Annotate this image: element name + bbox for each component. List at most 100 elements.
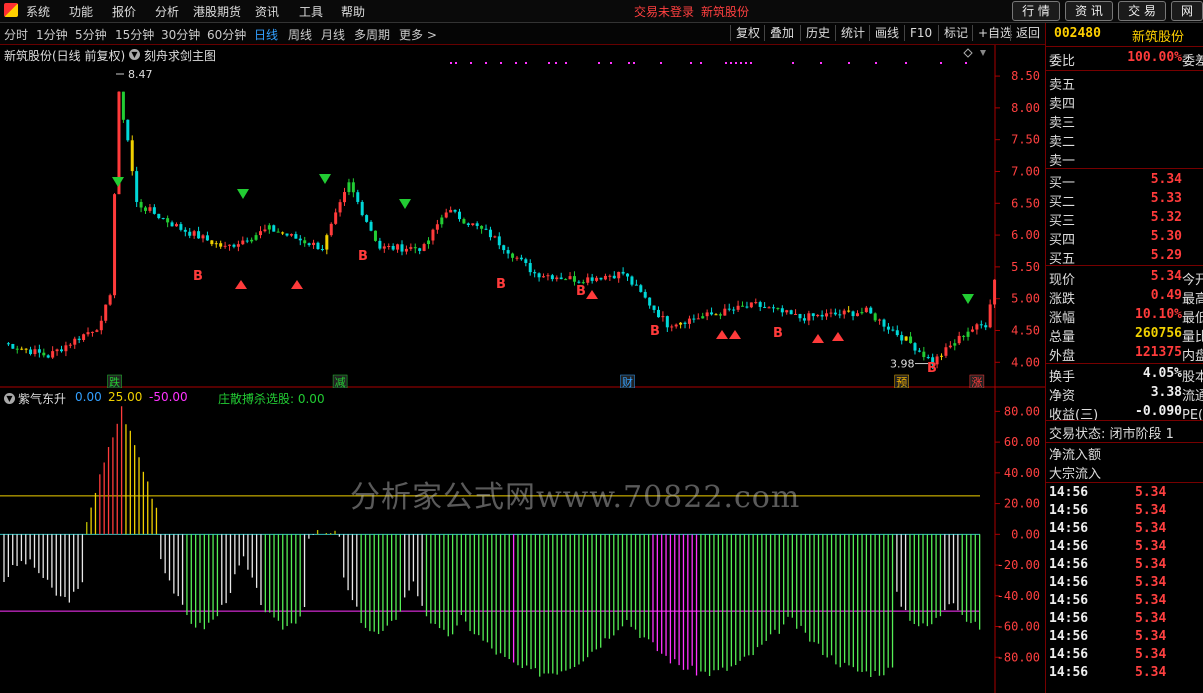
candle-body bbox=[197, 231, 201, 239]
candle-body bbox=[515, 257, 519, 259]
indicator-legend-1: 25.00 bbox=[108, 390, 143, 404]
menu-news[interactable]: 资讯 bbox=[255, 3, 279, 20]
signal-dot bbox=[470, 62, 472, 64]
tf-30min[interactable]: 30分钟 bbox=[161, 26, 200, 43]
candle-body bbox=[537, 273, 541, 278]
menu-quote[interactable]: 报价 bbox=[112, 3, 136, 20]
signal-dot bbox=[525, 62, 527, 64]
menu-hk-futures[interactable]: 港股期货 bbox=[193, 3, 241, 20]
candle-body bbox=[842, 310, 846, 315]
tf-1min[interactable]: 1分钟 bbox=[36, 26, 68, 43]
tf-5min[interactable]: 5分钟 bbox=[75, 26, 107, 43]
quote-row-2: 涨跌 0.49最高 bbox=[1049, 288, 1203, 307]
login-status[interactable]: 交易未登录 bbox=[634, 3, 694, 20]
tool-history[interactable]: 历史 bbox=[800, 25, 835, 41]
trade-time: 14:56 bbox=[1049, 611, 1089, 626]
trade-row[interactable]: 14:56 5.34 bbox=[1049, 647, 1199, 665]
quote-label: 总量 bbox=[1049, 330, 1076, 345]
signal-dot bbox=[750, 62, 752, 64]
trade-row[interactable]: 14:56 5.34 bbox=[1049, 611, 1199, 629]
candle-body bbox=[347, 182, 351, 193]
candle-body bbox=[612, 275, 616, 279]
quote-value: 260756 bbox=[1135, 326, 1182, 341]
trade-row[interactable]: 14:56 5.34 bbox=[1049, 485, 1199, 503]
candle-body bbox=[11, 344, 15, 349]
tf-intraday[interactable]: 分时 bbox=[4, 26, 28, 43]
trade-price: 5.34 bbox=[1135, 521, 1167, 536]
candle-body bbox=[192, 231, 196, 236]
candle-body bbox=[378, 240, 382, 249]
candle-body bbox=[157, 213, 161, 219]
indicator-dropdown-icon[interactable]: ▼ bbox=[4, 393, 15, 404]
trade-row[interactable]: 14:56 5.34 bbox=[1049, 557, 1199, 575]
sell-triangle bbox=[962, 294, 974, 304]
ask-label: 卖一 bbox=[1049, 154, 1076, 169]
candle-body bbox=[886, 326, 890, 330]
ask-row-5: 卖一 bbox=[1049, 150, 1203, 169]
trade-row[interactable]: 14:56 5.34 bbox=[1049, 665, 1199, 683]
candle-body bbox=[343, 192, 347, 203]
quote-label: 现价 bbox=[1049, 273, 1076, 288]
price-chart[interactable]: 新筑股份(日线 前复权) ▼ 刻舟求剑主图 8.50 8.00 7.50 7.00 6.… bbox=[0, 45, 1045, 388]
candle-body bbox=[789, 310, 793, 315]
candle-body bbox=[135, 171, 139, 202]
candle-body bbox=[736, 305, 740, 310]
trade-row[interactable]: 14:56 5.34 bbox=[1049, 629, 1199, 647]
tool-mark[interactable]: 标记 bbox=[938, 25, 973, 41]
tool-draw-line[interactable]: 画线 bbox=[869, 25, 904, 41]
bid-label: 买二 bbox=[1049, 195, 1076, 210]
candle-body bbox=[325, 235, 329, 250]
quote-button[interactable]: 行 情 bbox=[1012, 1, 1060, 21]
candle-body bbox=[99, 320, 103, 331]
menu-analysis[interactable]: 分析 bbox=[155, 3, 179, 20]
tf-monthly[interactable]: 月线 bbox=[321, 26, 345, 43]
stats-row-2: 净资 3.38流通 bbox=[1049, 385, 1203, 404]
indicator-chart[interactable]: 80.00 60.00 40.00 20.00 0.00 -20.00 -40.00 -60.… bbox=[0, 388, 1045, 693]
trade-row[interactable]: 14:56 5.34 bbox=[1049, 521, 1199, 539]
candle-body bbox=[546, 275, 550, 277]
trade-row[interactable]: 14:56 5.34 bbox=[1049, 539, 1199, 557]
menu-tools[interactable]: 工具 bbox=[299, 3, 323, 20]
trade-row[interactable]: 14:56 5.34 bbox=[1049, 575, 1199, 593]
news-button[interactable]: 资 讯 bbox=[1065, 1, 1113, 21]
tf-15min[interactable]: 15分钟 bbox=[115, 26, 154, 43]
tool-back[interactable]: 返回 bbox=[1010, 25, 1045, 41]
candle-body bbox=[568, 276, 572, 280]
signal-dot bbox=[740, 62, 742, 64]
tool-restore-rights[interactable]: 复权 bbox=[730, 25, 765, 41]
stock-header: 002480 新筑股份 bbox=[1046, 23, 1203, 45]
candle-body bbox=[922, 351, 926, 358]
web-button[interactable]: 网 bbox=[1171, 1, 1203, 21]
tool-statistics[interactable]: 统计 bbox=[835, 25, 870, 41]
trade-button[interactable]: 交 易 bbox=[1118, 1, 1166, 21]
candle-body bbox=[413, 247, 417, 249]
ask-row-3: 卖三 bbox=[1049, 112, 1203, 131]
quote-extra: 最高 bbox=[1182, 292, 1203, 307]
candle-body bbox=[732, 309, 736, 311]
trade-row[interactable]: 14:56 5.34 bbox=[1049, 593, 1199, 611]
indicator-title[interactable]: 紫气东升 bbox=[18, 390, 66, 407]
buy-triangle bbox=[729, 330, 741, 339]
candle-body bbox=[851, 311, 855, 317]
menu-function[interactable]: 功能 bbox=[69, 3, 93, 20]
tf-more[interactable]: 更多 > bbox=[399, 26, 437, 43]
tf-multi[interactable]: 多周期 bbox=[354, 26, 390, 43]
trade-row[interactable]: 14:56 5.34 bbox=[1049, 503, 1199, 521]
menu-system[interactable]: 系统 bbox=[26, 3, 50, 20]
candle-body bbox=[104, 304, 108, 321]
candle-body bbox=[148, 207, 152, 211]
indicator-tick-label: -40.00 bbox=[997, 589, 1040, 603]
tf-weekly[interactable]: 周线 bbox=[288, 26, 312, 43]
indicator-tick-label: 0.00 bbox=[1011, 527, 1040, 541]
app-logo-icon[interactable] bbox=[4, 3, 18, 17]
candle-body bbox=[754, 302, 758, 304]
tool-overlay[interactable]: 叠加 bbox=[764, 25, 799, 41]
tool-f10[interactable]: F10 bbox=[904, 25, 937, 41]
tf-60min[interactable]: 60分钟 bbox=[207, 26, 246, 43]
candle-body bbox=[511, 253, 515, 258]
candle-body bbox=[825, 313, 829, 317]
menu-help[interactable]: 帮助 bbox=[341, 3, 365, 20]
stats-value: 4.05% bbox=[1142, 366, 1182, 381]
tf-daily[interactable]: 日线 bbox=[254, 26, 278, 43]
candle-body bbox=[900, 335, 904, 341]
